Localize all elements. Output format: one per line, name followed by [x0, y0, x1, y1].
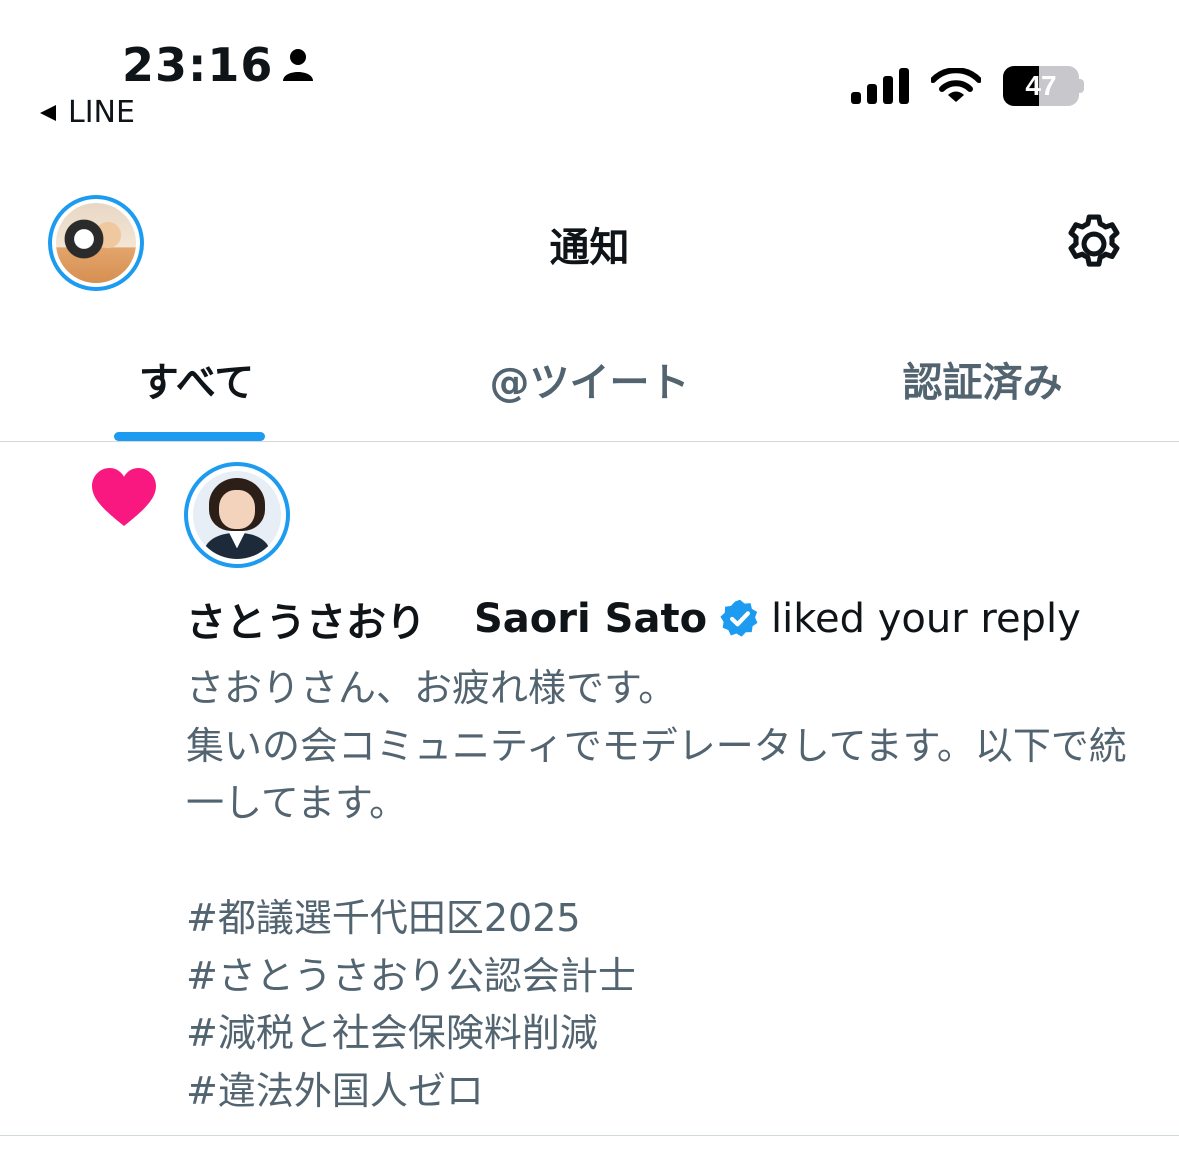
verified-badge-icon: [720, 599, 758, 637]
tab-mentions[interactable]: @ツイート: [393, 330, 786, 441]
status-indicators: 47: [851, 66, 1079, 106]
tab-verified[interactable]: 認証済み: [786, 330, 1179, 441]
user-avatar[interactable]: [184, 462, 290, 568]
battery-icon: 47: [1003, 66, 1079, 106]
notification-action: liked your reply: [771, 596, 1081, 642]
back-app-label: LINE: [68, 95, 135, 130]
gear-icon[interactable]: [1060, 210, 1128, 278]
tab-mentions-label: @ツイート: [489, 360, 690, 406]
battery-percent: 47: [1025, 70, 1057, 101]
tab-bar: すべて @ツイート 認証済み: [0, 330, 1179, 442]
active-tab-indicator: [114, 432, 265, 441]
clock-text: 23:16: [122, 38, 274, 92]
battery-nub: [1078, 79, 1084, 93]
user-avatar-image: [193, 471, 281, 559]
user-display-name: さとうさおり: [186, 600, 426, 646]
person-icon: [283, 49, 314, 81]
user-display-name-en: Saori Sato: [474, 596, 708, 642]
heart-icon: [92, 468, 156, 526]
notification-headline[interactable]: さとうさおり Saori Sato liked your reply: [186, 590, 1081, 648]
tab-verified-label: 認証済み: [902, 360, 1063, 406]
back-to-app[interactable]: LINE: [38, 95, 135, 130]
signal-icon: [851, 68, 909, 104]
wifi-icon: [931, 68, 981, 102]
back-arrow-icon: [40, 104, 56, 121]
page-title: 通知: [549, 225, 630, 271]
tab-all-label: すべて: [138, 360, 255, 406]
status-time: 23:16: [122, 38, 315, 92]
divider: [0, 1135, 1179, 1136]
reply-text[interactable]: さおりさん、お疲れ様です。 集いの会コミュニティでモデレータしてます。以下で統一…: [186, 660, 1146, 1120]
tab-all[interactable]: すべて: [0, 330, 393, 441]
